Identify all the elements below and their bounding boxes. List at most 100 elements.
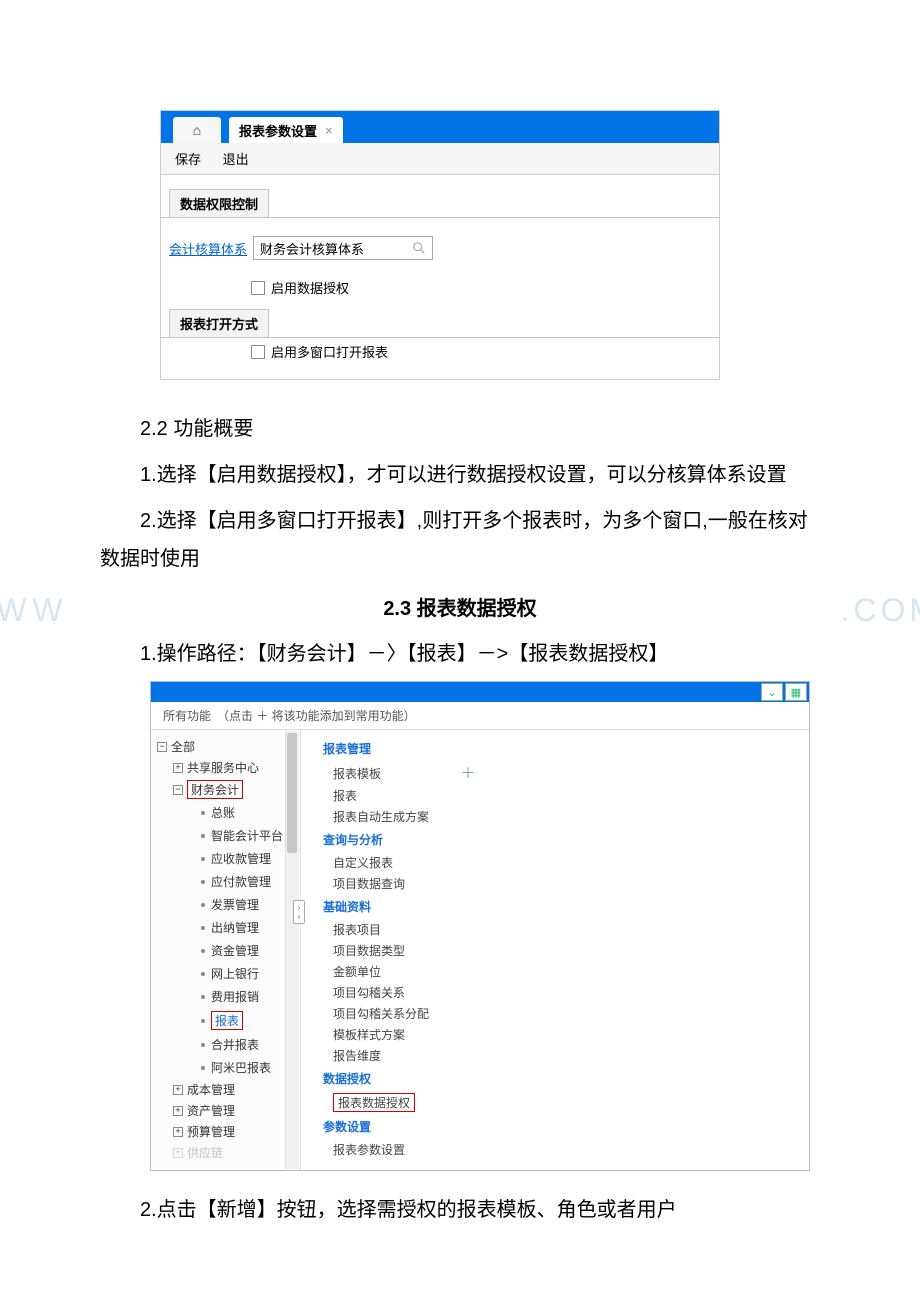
menu-item-report-project[interactable]: 报表项目 [323, 919, 809, 940]
paragraph: 2.2 功能概要 [100, 410, 820, 448]
menu-item-template-style[interactable]: 模板样式方案 [323, 1024, 809, 1045]
menu-item-amount-unit[interactable]: 金额单位 [323, 961, 809, 982]
menu-item-articulation-assign[interactable]: 项目勾稽关系分配 [323, 1003, 809, 1024]
expand-icon[interactable]: + [173, 1085, 183, 1095]
bullet-icon [201, 1066, 205, 1070]
tree-node-financial-accounting[interactable]: − 财务会计 [173, 778, 300, 801]
tree-node-shared-service[interactable]: + 共享服务中心 [173, 757, 300, 778]
exit-button[interactable]: 退出 [223, 152, 249, 167]
screenshot-report-param-settings: ⌂ 报表参数设置 × 保存 退出 数据权限控制 会计核算体系 财务会计核算体系 [160, 110, 720, 380]
tree-root-all[interactable]: − 全部 [157, 736, 300, 757]
section-header-open-mode: 报表打开方式 [169, 309, 269, 338]
scrollbar[interactable] [285, 731, 299, 1169]
menu-group-report-mgmt: 报表管理 [323, 736, 809, 761]
tree-item-ap[interactable]: 应付款管理 [173, 870, 300, 893]
menu-item-project-data-query[interactable]: 项目数据查询 [323, 873, 809, 894]
collapse-icon[interactable]: − [157, 742, 167, 752]
bullet-icon [201, 903, 205, 907]
tree-item-expense[interactable]: 费用报销 [173, 985, 300, 1008]
chevron-left-icon: ‹ [298, 912, 301, 921]
tree-item-ar[interactable]: 应收款管理 [173, 847, 300, 870]
checkbox-multi-window[interactable]: 启用多窗口打开报表 [251, 342, 719, 361]
tree-item-smart-accounting[interactable]: 智能会计平台 [173, 824, 300, 847]
tree-node-budget[interactable]: +预算管理 [173, 1121, 300, 1142]
save-button[interactable]: 保存 [175, 152, 201, 167]
tab-home[interactable]: ⌂ [173, 117, 221, 143]
expand-icon[interactable]: + [173, 1106, 183, 1116]
paragraph: 1.选择【启用数据授权】，才可以进行数据授权设置，可以分核算体系设置 [100, 456, 820, 494]
tab-strip: ⌂ 报表参数设置 × [161, 111, 719, 143]
menu-item-report-data-auth[interactable]: 报表数据授权 [323, 1091, 809, 1114]
top-bar: ▦ ⌄ [151, 682, 809, 702]
expand-icon[interactable]: + [173, 1148, 183, 1158]
heading-2-3: WWW 2.3 报表数据授权 .COM [100, 592, 820, 621]
menu-item-project-data-type[interactable]: 项目数据类型 [323, 940, 809, 961]
tree-node-cost[interactable]: +成本管理 [173, 1079, 300, 1100]
close-icon[interactable]: × [325, 123, 333, 138]
paragraph: 2.选择【启用多窗口打开报表】,则打开多个报表时，为多个窗口,一般在核对数据时使… [100, 502, 820, 578]
tree-item-report[interactable]: 报表 [173, 1008, 300, 1033]
watermark: WWW [0, 592, 69, 629]
home-icon: ⌂ [193, 122, 201, 138]
menu-item-auto-gen-scheme[interactable]: 报表自动生成方案 [323, 806, 809, 827]
field-accounting-system: 会计核算体系 财务会计核算体系 [169, 236, 719, 260]
menu-group-param-settings: 参数设置 [323, 1114, 809, 1139]
bullet-icon [201, 949, 205, 953]
menu-item-articulation[interactable]: 项目勾稽关系 [323, 982, 809, 1003]
bullet-icon [201, 880, 205, 884]
accounting-system-value: 财务会计核算体系 [260, 239, 364, 258]
scrollbar-thumb[interactable] [287, 733, 297, 853]
menu-item-report-template[interactable]: 报表模板 ＋ [323, 761, 809, 785]
section-header-data-auth: 数据权限控制 [169, 189, 269, 218]
highlight-report: 报表 [211, 1011, 243, 1030]
highlight-financial-accounting: 财务会计 [187, 780, 243, 799]
checkbox-label: 启用数据授权 [271, 278, 349, 297]
collapse-icon[interactable]: − [173, 785, 183, 795]
expand-icon[interactable]: + [173, 1127, 183, 1137]
tree-item-invoice[interactable]: 发票管理 [173, 893, 300, 916]
tree-item-cashier[interactable]: 出纳管理 [173, 916, 300, 939]
chevron-right-icon: › [298, 903, 301, 912]
checkbox-enable-data-auth[interactable]: 启用数据授权 [251, 278, 719, 297]
tree-item-funds[interactable]: 资金管理 [173, 939, 300, 962]
module-tree: › ‹ − 全部 + 共享服务中心 − 财务会计 总账 [151, 730, 301, 1170]
function-menu: 报表管理 报表模板 ＋ 报表 报表自动生成方案 查询与分析 自定义报表 项目数据… [301, 730, 809, 1170]
grid-view-button[interactable]: ▦ [785, 683, 807, 701]
search-icon[interactable] [412, 241, 426, 255]
sidebar-toggle[interactable]: › ‹ [293, 900, 305, 924]
menu-group-basic-data: 基础资料 [323, 894, 809, 919]
expand-button[interactable]: ⌄ [761, 683, 783, 701]
tree-item-consolidated-report[interactable]: 合并报表 [173, 1033, 300, 1056]
menu-item-report[interactable]: 报表 [323, 785, 809, 806]
tab-report-param-settings[interactable]: 报表参数设置 × [229, 117, 343, 143]
expand-icon[interactable]: + [173, 763, 183, 773]
menu-item-report-dimension[interactable]: 报告维度 [323, 1045, 809, 1066]
add-to-common-icon[interactable]: ＋ [461, 763, 475, 783]
checkbox-label: 启用多窗口打开报表 [271, 342, 388, 361]
tree-item-amoeba-report[interactable]: 阿米巴报表 [173, 1056, 300, 1079]
menu-item-report-param-settings[interactable]: 报表参数设置 [323, 1139, 809, 1160]
paragraph: 2.点击【新增】按钮，选择需授权的报表模板、角色或者用户 [100, 1191, 820, 1229]
tree-node-supply-chain[interactable]: +供应链 [173, 1142, 300, 1163]
tree-item-online-bank[interactable]: 网上银行 [173, 962, 300, 985]
menu-group-data-auth: 数据授权 [323, 1066, 809, 1091]
highlight-report-data-auth: 报表数据授权 [333, 1093, 415, 1112]
tree-item-general-ledger[interactable]: 总账 [173, 801, 300, 824]
accounting-system-label-link[interactable]: 会计核算体系 [169, 239, 247, 258]
tab-label: 报表参数设置 [239, 121, 317, 140]
bullet-icon [201, 811, 205, 815]
bullet-icon [201, 926, 205, 930]
bullet-icon [201, 1019, 205, 1023]
tree-node-asset[interactable]: +资产管理 [173, 1100, 300, 1121]
checkbox-icon [251, 345, 265, 359]
menu-item-custom-report[interactable]: 自定义报表 [323, 852, 809, 873]
watermark: .COM [840, 592, 920, 629]
bullet-icon [201, 857, 205, 861]
checkbox-icon [251, 281, 265, 295]
menu-group-query-analysis: 查询与分析 [323, 827, 809, 852]
all-functions-hint: 所有功能 （点击 ＋ 将该功能添加到常用功能） [151, 702, 809, 730]
accounting-system-input[interactable]: 财务会计核算体系 [253, 236, 433, 260]
bullet-icon [201, 1043, 205, 1047]
bullet-icon [201, 972, 205, 976]
bullet-icon [201, 834, 205, 838]
